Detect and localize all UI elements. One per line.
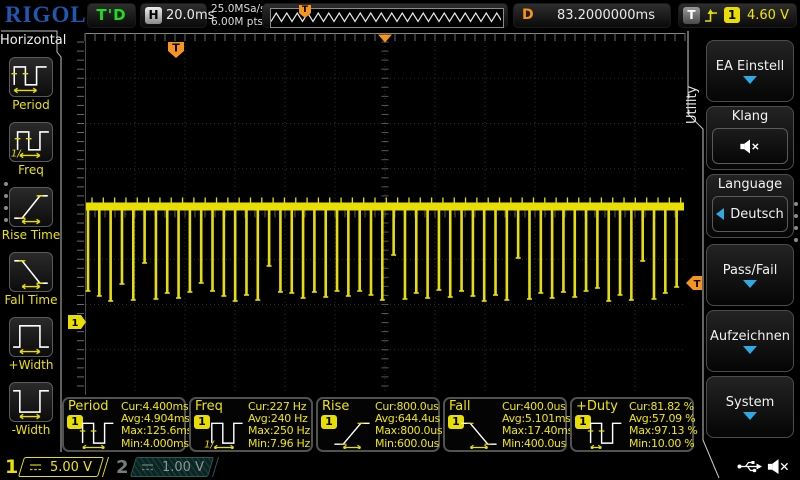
rise-time-icon	[330, 413, 374, 449]
menu-label-minus-width: -Width	[0, 423, 62, 437]
timebase-value: 20.0ms	[166, 8, 214, 23]
memory-depth: 6.00M pts	[211, 16, 266, 29]
svg-text:T: T	[172, 42, 180, 55]
graticule: TT1	[62, 30, 710, 455]
sound-toggle-button[interactable]	[712, 128, 788, 164]
trigger-source-badge: 1	[724, 7, 740, 23]
delay-value: 83.2000000ms	[548, 8, 664, 23]
measurement-panel-period: Period 1 Cur:4.400ms Avg:4.904ms Max:125…	[62, 397, 186, 452]
menu-button-klang[interactable]: Klang	[706, 106, 794, 170]
usb-icon	[737, 459, 763, 474]
language-select-button[interactable]: Deutsch	[712, 196, 788, 232]
chevron-down-icon	[743, 76, 757, 84]
menu-button-system[interactable]: System	[706, 376, 794, 438]
rising-edge-trigger-icon	[704, 8, 719, 24]
chevron-down-icon	[743, 346, 757, 354]
trigger-status-box: T'D	[87, 3, 136, 28]
freq-icon: 1/	[10, 123, 52, 161]
t-label: T	[683, 7, 700, 24]
menu-button-aufzeichnen[interactable]: Aufzeichnen	[706, 310, 794, 372]
right-scroll-dot	[794, 214, 798, 218]
menu-button-language[interactable]: Language Deutsch	[706, 174, 794, 238]
channel2-status[interactable]: 1.00 V	[130, 457, 214, 477]
delay-box: D 83.2000000ms	[513, 3, 671, 28]
menu-label-period: Period	[0, 98, 62, 112]
trigger-level-value: 4.60 V	[747, 8, 789, 23]
d-label: D	[522, 7, 534, 23]
dc-coupling-icon	[141, 462, 154, 472]
speaker-muted-icon	[740, 139, 760, 154]
right-scroll-dot	[794, 238, 798, 242]
minus-width-icon	[10, 383, 52, 421]
right-scroll-dot	[794, 226, 798, 230]
left-scroll-dot	[4, 218, 8, 222]
language-value: Deutsch	[730, 207, 784, 222]
oscilloscope-screen: RIGOL T'D H 20.0ms 25.0MSa/s 6.00M pts T…	[0, 0, 800, 480]
menu-label-fall-time: Fall Time	[0, 293, 62, 307]
menu-button-pass-fail[interactable]: Pass/Fail	[706, 244, 794, 306]
menu-button-minus-width[interactable]	[9, 382, 53, 422]
horizontal-timebase-box[interactable]: H 20.0ms	[140, 3, 207, 28]
horizontal-center-marker-icon	[378, 35, 392, 43]
svg-text:1: 1	[72, 318, 79, 329]
trigger-status: T'D	[88, 4, 135, 27]
period-icon	[10, 58, 52, 96]
waveform-preview-bar[interactable]: T	[262, 3, 508, 28]
trigger-info-box[interactable]: T 1 4.60 V	[678, 3, 797, 28]
measurement-panel-rise: Rise 1 Cur:800.0us Avg:644.4us Max:800.0…	[316, 397, 440, 452]
menu-button-period[interactable]	[9, 57, 53, 97]
fall-time-icon	[10, 253, 52, 291]
measurement-panel-freq: Freq 1 1/ Cur:227 Hz Avg:240 Hz Max:250 …	[189, 397, 313, 452]
right-menu-tab-utility[interactable]: Utility	[685, 52, 700, 124]
chevron-down-icon	[743, 280, 757, 288]
sample-rate: 25.0MSa/s	[211, 3, 266, 16]
menu-button-freq[interactable]: 1/	[9, 122, 53, 162]
left-scroll-dot	[4, 206, 8, 210]
measurement-panel-duty: +Duty 1 Cur:81.82 % Avg:57.09 % Max:97.1…	[570, 397, 694, 452]
channel1-number[interactable]: 1	[5, 456, 18, 478]
freq-icon: 1/	[203, 413, 247, 449]
menu-button-fall-time[interactable]	[9, 252, 53, 292]
rigol-logo: RIGOL	[5, 2, 87, 28]
period-icon	[76, 413, 120, 449]
plus-duty-icon	[584, 413, 628, 449]
plus-width-icon	[10, 318, 52, 356]
measurement-panel-fall: Fall 1 Cur:400.0us Avg:5.101ms Max:17.40…	[443, 397, 567, 452]
h-badge: H	[145, 7, 162, 24]
left-scroll-dot	[4, 194, 8, 198]
channel2-number[interactable]: 2	[116, 457, 129, 478]
left-scroll-dot	[4, 182, 8, 186]
acquisition-info: 25.0MSa/s 6.00M pts	[211, 3, 266, 28]
speaker-muted-icon	[767, 458, 789, 475]
chevron-left-icon	[716, 208, 724, 220]
menu-label-freq: Freq	[0, 163, 62, 177]
menu-label-rise-time: Rise Time	[0, 228, 62, 242]
channel2-scale: 1.00 V	[162, 460, 204, 475]
right-scroll-dot	[794, 202, 798, 206]
rise-time-icon	[10, 188, 52, 226]
svg-text:1/: 1/	[204, 440, 215, 450]
svg-text:1/: 1/	[11, 149, 22, 160]
menu-button-rise-time[interactable]	[9, 187, 53, 227]
fall-time-icon	[457, 413, 501, 449]
menu-button-ea-einstell[interactable]: EA Einstell	[706, 40, 794, 102]
dc-coupling-icon	[29, 462, 42, 472]
menu-label-plus-width: +Width	[0, 358, 62, 372]
channel1-scale: 5.00 V	[50, 460, 92, 475]
chevron-down-icon	[743, 412, 757, 420]
menu-button-plus-width[interactable]	[9, 317, 53, 357]
channel1-status[interactable]: 5.00 V	[18, 457, 104, 477]
